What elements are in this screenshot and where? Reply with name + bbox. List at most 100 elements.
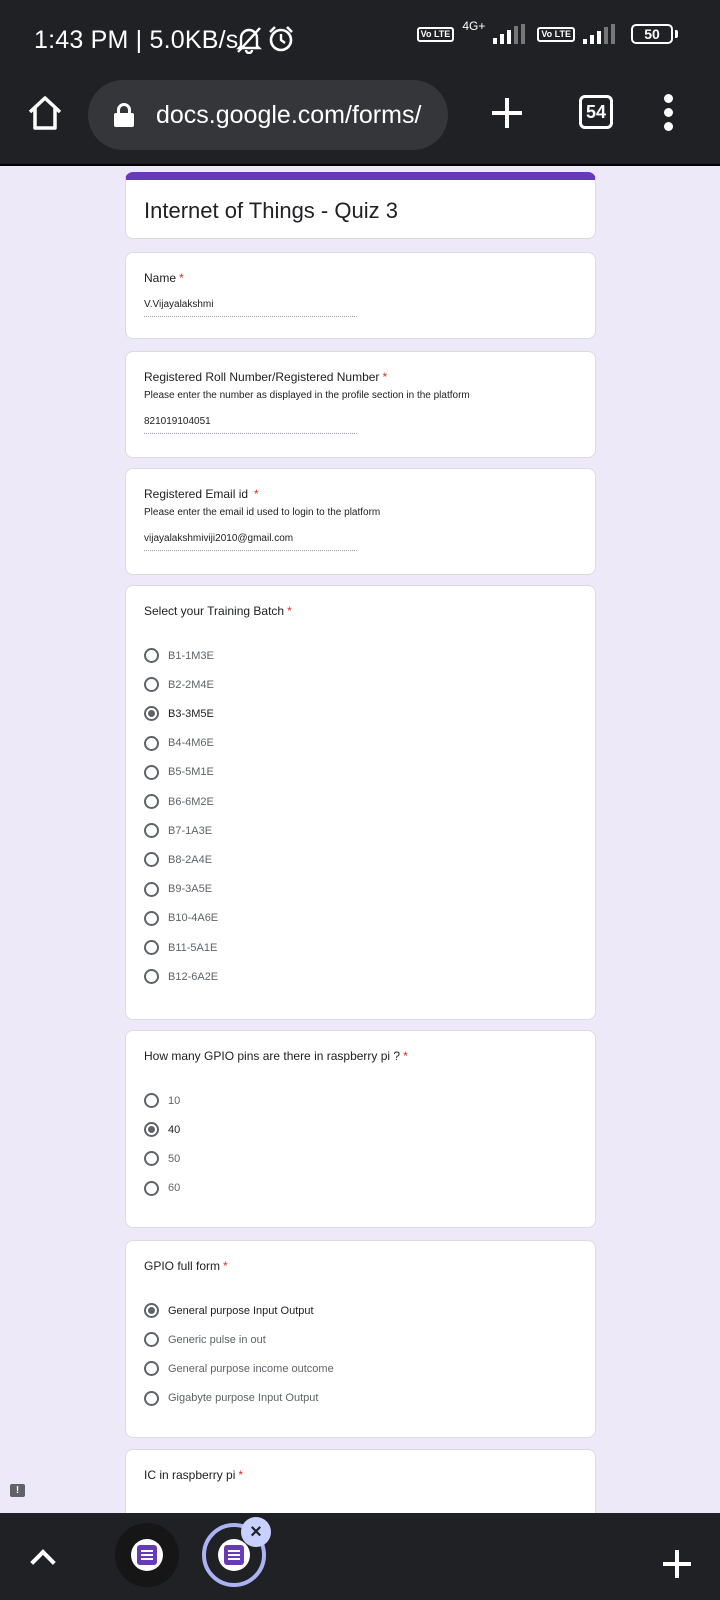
tab-thumbnail-forms[interactable]	[115, 1523, 179, 1587]
volte-badge-2: Vo LTE	[537, 26, 575, 42]
radio-unchecked-icon[interactable]	[144, 910, 159, 926]
radio-unchecked-icon[interactable]	[144, 940, 159, 955]
radio-option-label: 60	[168, 1182, 181, 1195]
chevron-up-icon[interactable]	[30, 1549, 56, 1575]
radio-unchecked-icon[interactable]	[144, 1361, 159, 1377]
alarm-icon	[269, 26, 293, 52]
radio-option[interactable]: 10	[144, 1093, 180, 1108]
radio-unchecked-icon[interactable]	[144, 648, 159, 663]
roll-number-field[interactable]: 821019104051	[144, 416, 357, 434]
radio-unchecked-icon[interactable]	[144, 881, 159, 897]
radio-option-label: B12-6A2E	[168, 970, 219, 983]
question-label: Name *	[144, 271, 184, 285]
radio-option[interactable]: B12-6A2E	[144, 969, 219, 985]
close-tab-button[interactable]: ×	[241, 1517, 271, 1547]
radio-unchecked-icon[interactable]	[144, 1151, 159, 1167]
form-title: Internet of Things - Quiz 3	[144, 198, 398, 223]
question-training-batch: Select your Training Batch * B1-1M3E B2-2M…	[125, 585, 596, 1020]
question-name: Name * V.Vijayalakshmi	[125, 252, 596, 339]
email-field[interactable]: vijayalakshmiviji2010@gmail.com	[144, 533, 357, 551]
radio-option[interactable]: B2-2M4E	[144, 677, 214, 693]
radio-checked-icon[interactable]	[144, 1303, 159, 1318]
browser-toolbar: docs.google.com/forms/ 54	[0, 80, 720, 166]
radio-option-label: B8-2A4E	[168, 853, 213, 866]
tab-group-bar: ×	[0, 1513, 720, 1600]
radio-option-label: B10-4A6E	[168, 912, 219, 925]
radio-option-label: B5-5M1E	[168, 766, 214, 779]
radio-option-label: 40	[168, 1123, 181, 1136]
question-gpio-full-form: GPIO full form * General purpose Input Ou…	[125, 1240, 596, 1438]
home-icon[interactable]	[26, 94, 64, 132]
radio-option[interactable]: B9-3A5E	[144, 881, 213, 897]
radio-option[interactable]: B3-3M5E	[144, 706, 214, 722]
radio-unchecked-icon[interactable]	[144, 823, 159, 839]
question-label: IC in raspberry pi *	[144, 1468, 244, 1482]
radio-option-label: 50	[168, 1152, 181, 1165]
radio-option-label: B2-2M4E	[168, 678, 214, 691]
radio-unchecked-icon[interactable]	[144, 1180, 159, 1196]
volte-badge: Vo LTE	[416, 26, 455, 42]
status-bar: 1:43 PM | 5.0KB/s Vo LTE 4G+ Vo LTE 50	[0, 0, 720, 80]
battery-icon: 50	[631, 24, 678, 44]
name-field[interactable]: V.Vijayalakshmi	[144, 299, 357, 317]
radio-option[interactable]: B1-1M3E	[144, 648, 214, 663]
radio-unchecked-icon[interactable]	[144, 677, 159, 693]
radio-option[interactable]: 40	[144, 1122, 181, 1138]
radio-option-label: General purpose Input Output	[168, 1304, 314, 1317]
radio-checked-icon[interactable]	[144, 706, 159, 722]
radio-unchecked-icon[interactable]	[144, 735, 159, 751]
radio-unchecked-icon[interactable]	[144, 764, 159, 780]
radio-option-label: B6-6M2E	[168, 795, 214, 808]
tab-switcher-button[interactable]: 54	[579, 95, 613, 129]
radio-option[interactable]: B7-1A3E	[144, 823, 213, 839]
radio-option[interactable]: 50	[144, 1151, 181, 1167]
signal-icon-2	[583, 24, 615, 44]
question-gpio-pins: How many GPIO pins are there in raspberr…	[125, 1030, 596, 1228]
radio-option[interactable]: B8-2A4E	[144, 852, 213, 868]
url-text[interactable]: docs.google.com/forms/	[156, 101, 436, 130]
radio-option[interactable]: B11-5A1E	[144, 940, 217, 955]
radio-unchecked-icon[interactable]	[144, 794, 159, 809]
question-label: Registered Email id *	[144, 487, 259, 501]
form-area: Internet of Things - Quiz 3 Name * V.Vija…	[0, 166, 720, 1513]
radio-option[interactable]: Generic pulse in out	[144, 1332, 266, 1348]
radio-checked-icon[interactable]	[144, 1122, 159, 1138]
radio-option[interactable]: General purpose Input Output	[144, 1303, 314, 1318]
feedback-icon[interactable]: !	[10, 1484, 25, 1497]
radio-option-label: Generic pulse in out	[168, 1333, 266, 1346]
question-roll-number: Registered Roll Number/Registered Number…	[125, 351, 596, 458]
radio-option[interactable]: 60	[144, 1180, 181, 1196]
radio-unchecked-icon[interactable]	[144, 852, 159, 868]
new-tab-button[interactable]	[490, 96, 524, 130]
radio-option[interactable]: B6-6M2E	[144, 794, 214, 809]
question-label: Registered Roll Number/Registered Number…	[144, 370, 388, 384]
question-email: Registered Email id * Please enter the em…	[125, 468, 596, 575]
google-forms-icon	[224, 1545, 244, 1565]
add-tab-button[interactable]	[663, 1550, 691, 1578]
more-menu-icon[interactable]	[660, 94, 676, 134]
battery-level: 50	[631, 24, 673, 44]
radio-unchecked-icon[interactable]	[144, 1390, 159, 1406]
question-description: Please enter the email id used to login …	[144, 507, 381, 518]
question-ic: IC in raspberry pi *	[125, 1449, 596, 1513]
radio-unchecked-icon[interactable]	[144, 1093, 159, 1108]
radio-unchecked-icon[interactable]	[144, 1332, 159, 1348]
google-forms-icon	[137, 1545, 157, 1565]
radio-option[interactable]: Gigabyte purpose Input Output	[144, 1390, 319, 1406]
form-title-card: Internet of Things - Quiz 3	[125, 172, 596, 239]
url-bar[interactable]: docs.google.com/forms/	[88, 80, 448, 150]
radio-option-label: Gigabyte purpose Input Output	[168, 1392, 319, 1405]
question-label: Select your Training Batch *	[144, 604, 292, 618]
radio-option[interactable]: B5-5M1E	[144, 764, 214, 780]
radio-unchecked-icon[interactable]	[144, 969, 159, 985]
radio-option[interactable]: B4-4M6E	[144, 735, 214, 751]
radio-option-label: B9-3A5E	[168, 883, 213, 896]
radio-option-label: B1-1M3E	[168, 649, 214, 662]
radio-option-label: B7-1A3E	[168, 824, 213, 837]
status-time: 1:43 PM | 5.0KB/s	[34, 26, 239, 54]
radio-option-label: B11-5A1E	[168, 941, 218, 954]
radio-option-label: General purpose income outcome	[168, 1362, 334, 1375]
lock-icon	[114, 103, 134, 127]
radio-option[interactable]: B10-4A6E	[144, 910, 219, 926]
radio-option[interactable]: General purpose income outcome	[144, 1361, 334, 1377]
